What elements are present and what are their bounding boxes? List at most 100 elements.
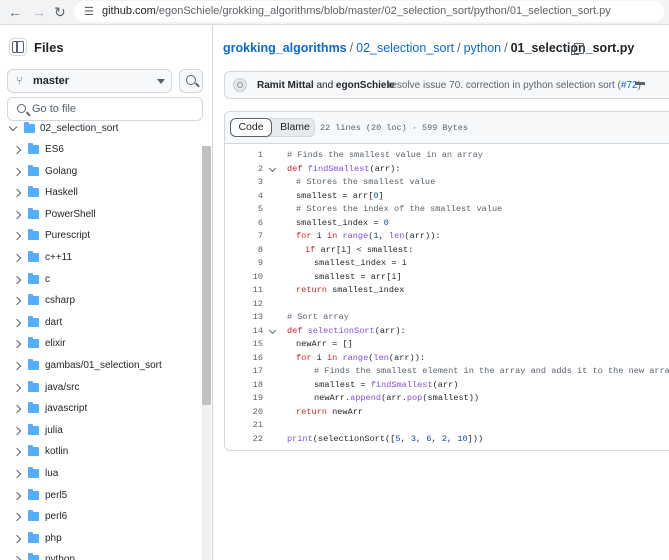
commit-author-link[interactable]: Ramit Mittal — [257, 80, 314, 91]
chevron-right-icon — [12, 188, 22, 198]
tree-item-folder[interactable]: Golang — [0, 163, 200, 183]
line-number[interactable]: 14 — [239, 325, 263, 339]
tab-code[interactable]: Code — [230, 118, 272, 137]
chevron-right-icon — [12, 253, 22, 263]
code-token: i — [316, 352, 327, 363]
sidebar-scrollbar-thumb[interactable] — [202, 146, 211, 405]
code-text: # Finds the smallest element in the arra… — [314, 365, 669, 379]
line-number[interactable]: 20 — [239, 406, 263, 420]
folder-name: dart — [45, 316, 63, 328]
line-number[interactable]: 7 — [239, 230, 263, 244]
tree-item-folder[interactable]: gambas/01_selection_sort — [0, 357, 200, 377]
line-number[interactable]: 16 — [239, 352, 263, 366]
line-number[interactable]: 19 — [239, 392, 263, 406]
back-arrow-icon[interactable]: ← — [8, 4, 22, 20]
more-options-icon[interactable]: ▬ — [635, 78, 647, 89]
folder-name: perl5 — [45, 489, 68, 501]
code-token: in — [326, 231, 343, 241]
go-to-file-input[interactable] — [32, 101, 197, 117]
fold-chevron-icon[interactable] — [268, 164, 277, 172]
code-line: 17 # Finds the smallest element in the ar… — [225, 365, 669, 379]
line-number[interactable]: 3 — [239, 176, 263, 190]
commit-message[interactable]: resolve issue 70. correction in python s… — [388, 80, 641, 91]
code-line: 12 — [225, 298, 669, 312]
code-token: 0 — [383, 217, 389, 228]
chevron-right-icon — [12, 534, 22, 544]
code-token: ] — [378, 190, 384, 201]
code-line: 20 return newArr — [225, 406, 669, 420]
tree-item-folder[interactable]: julia — [0, 422, 200, 442]
tree-item-folder[interactable]: Purescript — [0, 227, 200, 247]
tree-item-folder[interactable]: elixir — [0, 335, 200, 355]
line-number[interactable]: 10 — [239, 271, 263, 285]
line-number[interactable]: 6 — [239, 217, 263, 231]
search-files-button[interactable] — [179, 69, 203, 93]
code-line: 2 def findSmallest(arr): — [225, 163, 669, 177]
line-number[interactable]: 4 — [239, 190, 263, 204]
line-number[interactable]: 15 — [239, 338, 263, 352]
copy-path-icon[interactable] — [571, 43, 584, 55]
tree-item-folder[interactable]: Haskell — [0, 184, 200, 204]
tree-item-folder[interactable]: python — [0, 551, 200, 560]
code-token: # Finds the smallest element in the arra… — [314, 366, 669, 376]
breadcrumb-folder-link[interactable]: 02_selection_sort — [356, 41, 454, 55]
line-number[interactable]: 13 — [239, 311, 263, 325]
line-number[interactable]: 8 — [239, 244, 263, 258]
collapse-sidebar-button[interactable] — [9, 38, 27, 56]
commit-coauthor-link[interactable]: egonSchiele — [336, 80, 395, 91]
folder-icon — [28, 553, 39, 560]
code-text: # Stores the index of the smallest value — [296, 203, 502, 217]
folder-name: perl6 — [45, 511, 68, 523]
commit-message-text[interactable]: resolve issue 70. correction in python s… — [388, 80, 621, 91]
fold-chevron-icon[interactable] — [268, 326, 277, 334]
tree-item-folder[interactable]: dart — [0, 314, 200, 334]
tab-blame[interactable]: Blame — [275, 119, 315, 136]
reload-icon[interactable]: ↻ — [54, 4, 66, 20]
line-number[interactable]: 9 — [239, 257, 263, 271]
line-number[interactable]: 22 — [239, 433, 263, 447]
breadcrumb-repo-link[interactable]: grokking_algorithms — [223, 41, 347, 55]
folder-name: lua — [45, 468, 59, 479]
branch-selector[interactable]: ⑂ master — [7, 69, 172, 93]
tree-item-folder[interactable]: javascript — [0, 400, 200, 420]
url-text[interactable]: github.com/egonSchiele/grokking_algorith… — [102, 5, 611, 17]
tree-item-folder[interactable]: ES6 — [0, 141, 200, 161]
tree-item-folder[interactable]: perl6 — [0, 508, 200, 528]
folder-name: java/src — [45, 381, 80, 393]
site-info-icon[interactable]: ☰ — [84, 5, 94, 18]
code-line: 8 if arr[i] < smallest: — [225, 244, 669, 258]
line-number[interactable]: 18 — [239, 379, 263, 393]
line-number[interactable]: 11 — [239, 284, 263, 298]
line-number[interactable]: 1 — [239, 149, 263, 163]
tree-item-folder[interactable]: java/src — [0, 379, 200, 399]
tree-item-folder[interactable]: kotlin — [0, 443, 200, 463]
tree-item-folder[interactable]: php — [0, 530, 200, 550]
tree-item-folder[interactable]: c++11 — [0, 249, 200, 269]
code-token: ])) — [467, 433, 484, 444]
chevron-right-icon — [12, 167, 22, 176]
line-number[interactable]: 21 — [239, 419, 263, 433]
tree-item-folder[interactable]: perl5 — [0, 487, 200, 507]
code-line: 15 newArr = [] — [225, 338, 669, 352]
code-line: 14 def selectionSort(arr): — [225, 325, 669, 339]
files-title: Files — [34, 40, 64, 55]
line-number[interactable]: 2 — [239, 163, 263, 177]
line-number[interactable]: 17 — [239, 365, 263, 379]
code-token: , — [431, 433, 442, 444]
avatar[interactable] — [233, 78, 247, 92]
breadcrumb-subfolder-link[interactable]: python — [464, 41, 502, 55]
address-bar[interactable]: ☰ github.com/egonSchiele/grokking_algori… — [74, 1, 664, 22]
code-token: , — [400, 433, 411, 444]
line-number[interactable]: 12 — [239, 298, 263, 312]
tree-item-folder[interactable]: csharp — [0, 292, 200, 312]
go-to-file-box[interactable] — [7, 97, 203, 121]
code-token: if — [305, 244, 321, 255]
tree-item-folder[interactable]: lua — [0, 465, 200, 485]
line-number[interactable]: 5 — [239, 203, 263, 217]
code-line: 9 smallest_index = i — [225, 257, 669, 271]
tree-item-open-folder[interactable]: 02_selection_sort — [0, 120, 200, 140]
tree-item-folder[interactable]: c — [0, 271, 200, 291]
forward-arrow-icon[interactable]: → — [32, 4, 46, 20]
folder-icon — [28, 531, 39, 543]
tree-item-folder[interactable]: PowerShell — [0, 206, 200, 226]
